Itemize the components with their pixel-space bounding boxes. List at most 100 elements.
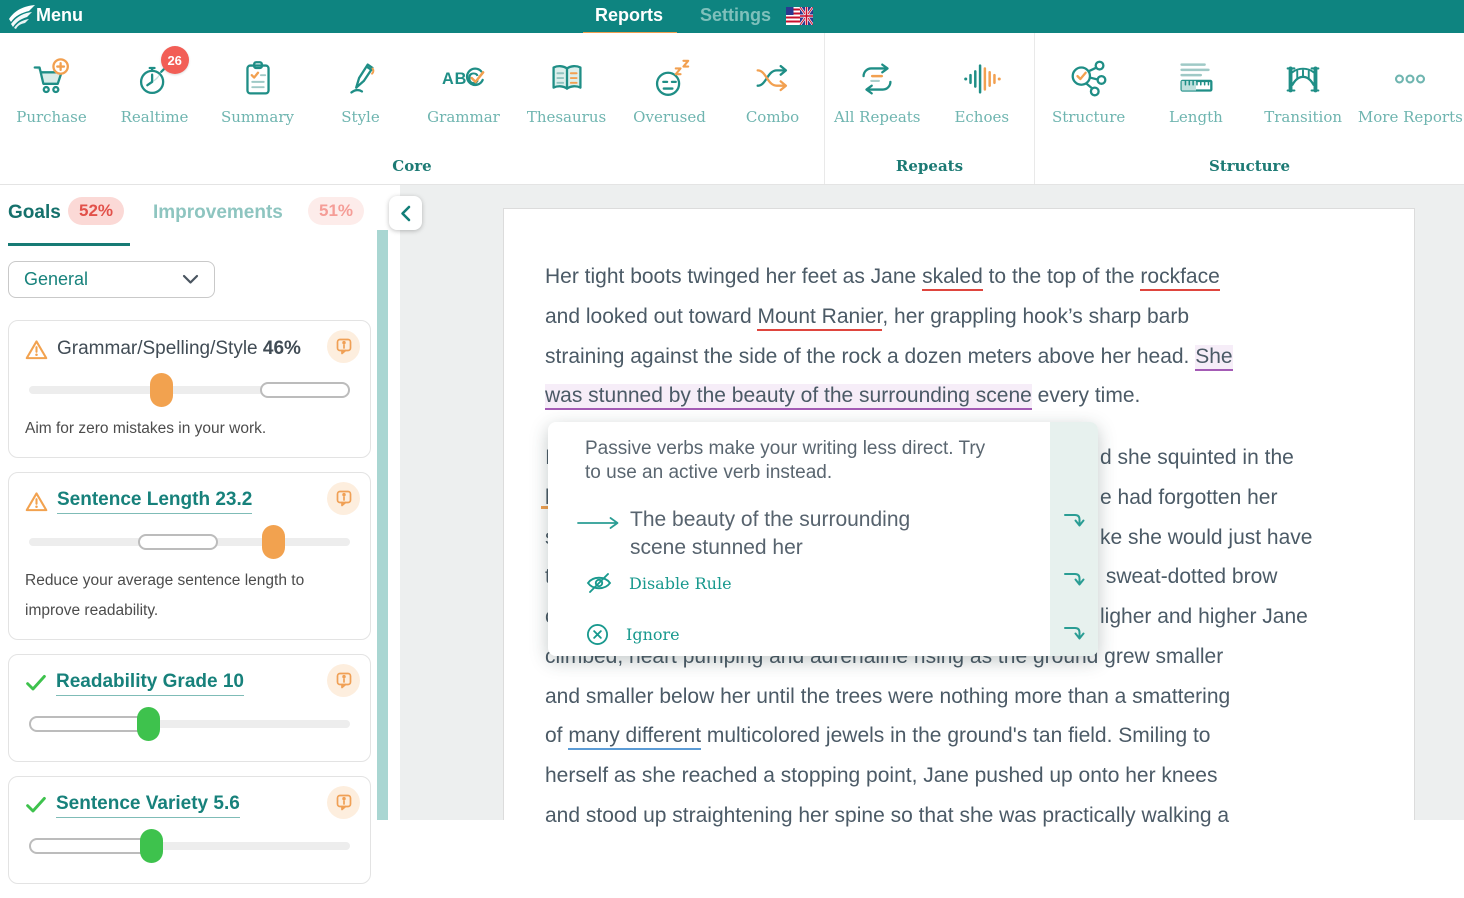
goal-category-value: General xyxy=(24,269,88,290)
bridge-icon xyxy=(1280,53,1326,105)
doc-text: Her tight boots twinged her feet as Jane xyxy=(545,265,922,288)
slider-target-range xyxy=(260,382,350,398)
ruler-icon xyxy=(1173,53,1219,105)
toolbar-group-structure: Structure Length xyxy=(1034,33,1464,184)
toolbar-item-label: Structure xyxy=(1052,108,1125,126)
group-label-structure: Structure xyxy=(1035,157,1464,175)
prowritingaid-logo-icon[interactable] xyxy=(8,3,36,35)
slider-target-range xyxy=(29,838,151,854)
improvements-score-badge: 51% xyxy=(308,197,364,225)
suggestion-message: Passive verbs make your writing less dir… xyxy=(585,437,1005,485)
goal-slider xyxy=(29,842,350,850)
toolbar-item-label: All Repeats xyxy=(834,108,921,126)
slider-thumb[interactable] xyxy=(262,525,285,559)
doc-text: and smaller below her until the trees we… xyxy=(545,685,1230,708)
reports-toolbar: Purchase 26 Realtime xyxy=(0,33,1464,185)
circle-x-icon xyxy=(586,623,609,646)
toolbar-item-label: Length xyxy=(1169,108,1223,126)
top-bar: Menu Reports Settings xyxy=(0,0,1464,33)
suggestion-replacement[interactable]: The beauty of the surrounding scene stun… xyxy=(630,506,970,562)
tab-settings[interactable]: Settings xyxy=(700,5,771,26)
doc-line: Her tight boots twinged her feet as Jane… xyxy=(545,262,1220,292)
goal-card-grammar: Grammar/Spelling/Style 46% Aim for zero … xyxy=(8,320,371,458)
highlight-purple[interactable]: She xyxy=(1195,345,1232,371)
popup-action-strip xyxy=(1050,422,1098,656)
ignore-button[interactable]: Ignore xyxy=(586,623,680,646)
tab-goals[interactable]: Goals xyxy=(8,202,61,224)
tab-reports[interactable]: Reports xyxy=(595,5,663,26)
highlight-red[interactable]: rockface xyxy=(1140,265,1219,291)
highlight-purple[interactable]: was stunned by the beauty of the surroun… xyxy=(545,384,1032,410)
toolbar-item-label: More Reports xyxy=(1358,108,1463,126)
apply-arrow-icon[interactable] xyxy=(1063,510,1086,536)
sidebar-collapse-button[interactable] xyxy=(389,196,422,230)
goal-title: Grammar/Spelling/Style 46% xyxy=(57,338,301,360)
goal-title-link[interactable]: Sentence Variety 5.6 xyxy=(56,793,240,818)
goal-card-readability: Readability Grade 10 xyxy=(8,654,371,762)
warning-icon xyxy=(25,491,48,512)
goal-description: Aim for zero mistakes in your work. xyxy=(25,414,354,444)
disable-rule-button[interactable]: Disable Rule xyxy=(586,572,732,594)
soundwave-icon xyxy=(959,53,1005,105)
apply-arrow-icon[interactable] xyxy=(1063,623,1086,649)
goal-tooltip-icon[interactable] xyxy=(327,330,360,363)
chevron-left-icon xyxy=(400,205,411,222)
doc-text: straining against the side of the rock a… xyxy=(545,345,1195,368)
highlight-red[interactable]: skaled xyxy=(922,265,983,291)
doc-text: every time. xyxy=(1032,384,1141,407)
doc-line: of many different multicolored jewels in… xyxy=(545,721,1210,751)
ignore-label: Ignore xyxy=(626,625,680,644)
doc-text: multicolored jewels in the ground's tan … xyxy=(701,724,1210,747)
group-label-repeats: Repeats xyxy=(825,157,1034,175)
toolbar-item-label: Purchase xyxy=(16,108,87,126)
sleepy-face-icon xyxy=(647,53,693,105)
doc-text: herself as she reached a stopping point,… xyxy=(545,764,1217,787)
goal-title-link[interactable]: Readability Grade 10 xyxy=(56,671,244,696)
toolbar-group-repeats: All Repeats Echoes Repeats xyxy=(824,33,1034,184)
highlight-blue[interactable]: many different xyxy=(568,724,701,750)
doc-text: d she squinted in the xyxy=(1100,443,1294,473)
cart-plus-icon xyxy=(29,53,75,105)
doc-line: straining against the side of the rock a… xyxy=(545,342,1233,372)
toolbar-item-label: Thesaurus xyxy=(527,108,606,126)
active-sidebar-tab-indicator xyxy=(8,243,130,246)
toolbar-item-label: Transition xyxy=(1264,108,1342,126)
group-label-core: Core xyxy=(0,157,824,175)
goal-title-link[interactable]: Sentence Length 23.2 xyxy=(57,489,252,514)
goal-slider xyxy=(29,720,350,728)
shuffle-icon xyxy=(750,53,796,105)
long-arrow-icon xyxy=(576,516,622,535)
doc-text: ligher and higher Jane xyxy=(1100,602,1308,632)
highlight-red[interactable]: Mount Ranier xyxy=(757,305,882,331)
menu-button[interactable]: Menu xyxy=(36,5,83,26)
slider-thumb[interactable] xyxy=(140,829,163,863)
chevron-down-icon xyxy=(182,274,199,285)
doc-line: was stunned by the beauty of the surroun… xyxy=(545,381,1140,411)
pencil-icon xyxy=(338,53,384,105)
tab-improvements[interactable]: Improvements xyxy=(153,202,283,224)
slider-thumb[interactable] xyxy=(137,707,160,741)
toolbar-item-label: Overused xyxy=(633,108,706,126)
goal-category-dropdown[interactable]: General xyxy=(8,261,215,298)
doc-line: and stood up straightening her spine so … xyxy=(545,801,1229,831)
nodes-icon xyxy=(1066,53,1112,105)
goal-tooltip-icon[interactable] xyxy=(327,664,360,697)
goal-card-list: Grammar/Spelling/Style 46% Aim for zero … xyxy=(8,320,371,898)
language-flag-icon[interactable] xyxy=(786,7,813,30)
sidebar-scrollbar[interactable] xyxy=(377,230,388,820)
apply-arrow-icon[interactable] xyxy=(1063,569,1086,595)
goal-description: Reduce your average sentence length to i… xyxy=(25,566,354,626)
doc-text: , her grappling hook’s sharp barb xyxy=(882,305,1189,328)
goal-tooltip-icon[interactable] xyxy=(327,786,360,819)
doc-text: and looked out toward xyxy=(545,305,757,328)
goal-tooltip-icon[interactable] xyxy=(327,482,360,515)
goal-slider xyxy=(29,386,350,394)
slider-thumb[interactable] xyxy=(150,373,173,407)
clipboard-icon xyxy=(235,53,281,105)
doc-line: herself as she reached a stopping point,… xyxy=(545,761,1217,791)
goal-card-sentence-variety: Sentence Variety 5.6 xyxy=(8,776,371,884)
check-icon xyxy=(25,796,47,814)
goals-score-badge: 52% xyxy=(68,197,124,225)
goal-slider xyxy=(29,538,350,546)
toolbar-item-label: Combo xyxy=(746,108,799,126)
